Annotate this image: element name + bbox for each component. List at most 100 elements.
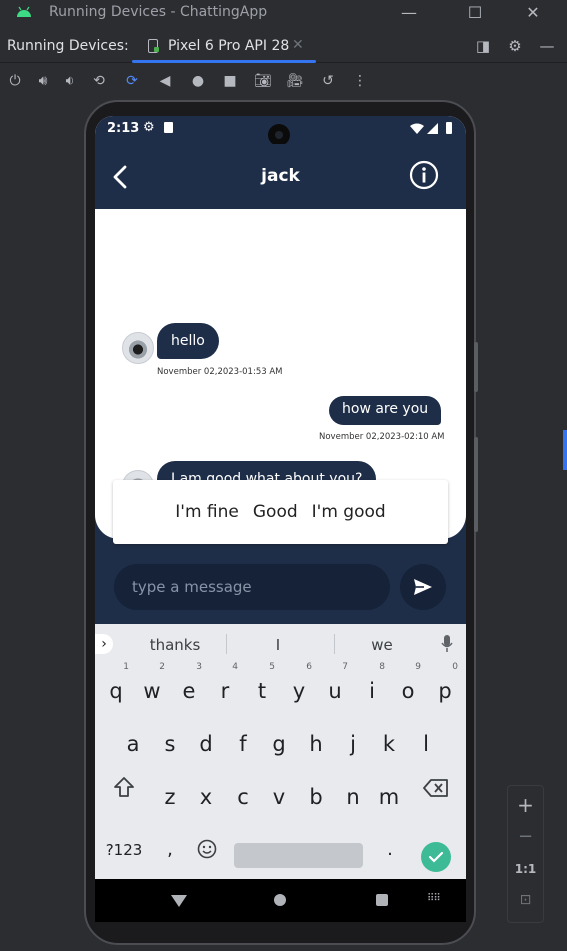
key-c[interactable]: c (226, 775, 260, 819)
running-devices-bar: Running Devices: Pixel 6 Pro API 28 ✕ ◨ … (0, 30, 567, 63)
layout-icon[interactable]: ◨ (474, 37, 492, 55)
rotate-left-icon[interactable]: ⟲ (89, 72, 109, 90)
keyboard-suggestion[interactable]: I (238, 636, 318, 654)
keyboard-suggestion[interactable]: thanks (135, 636, 215, 654)
backspace-icon[interactable] (423, 779, 449, 797)
device-toolbar: ⏻ 🔊︎ 🔉︎ ⟲ ⟳ ◀ ● ■ 📷︎ 🎥︎ ↺ ⋮ (0, 64, 567, 98)
android-logo-icon (17, 6, 31, 17)
power-icon[interactable]: ⏻ (5, 72, 25, 90)
hide-panel-icon[interactable]: — (538, 37, 556, 55)
device-tab[interactable]: Pixel 6 Pro API 28 ✕ (132, 30, 316, 63)
reset-icon[interactable]: ↺ (318, 72, 338, 90)
key-w[interactable]: w2 (135, 662, 169, 713)
key-g[interactable]: g (262, 722, 296, 766)
key-y[interactable]: y6 (282, 662, 316, 713)
symbols-key[interactable]: ?123 (103, 828, 145, 872)
soft-keyboard: › thanks I we q1 w2 e3 r4 t5 y6 u7 i8 o9… (95, 624, 466, 879)
checkmark-icon (428, 851, 444, 863)
message-input-container (114, 564, 390, 610)
key-n[interactable]: n (336, 775, 370, 819)
suggestion-divider (226, 634, 227, 654)
zoom-actual-size[interactable]: 1:1 (508, 862, 543, 876)
message-timestamp: November 02,2023-02:10 AM (319, 432, 445, 442)
emoji-icon[interactable] (197, 839, 217, 859)
smart-reply-chip[interactable]: Good (253, 502, 298, 522)
key-q[interactable]: q1 (99, 662, 133, 713)
side-button (474, 342, 478, 392)
wifi-icon (410, 123, 424, 134)
key-i[interactable]: i8 (355, 662, 389, 713)
key-e[interactable]: e3 (172, 662, 206, 713)
zoom-in-icon[interactable]: + (508, 793, 543, 817)
screen-record-icon[interactable]: 🎥︎ (285, 72, 305, 90)
message-timestamp: November 02,2023-01:53 AM (157, 367, 283, 377)
keyboard-suggestion-bar: › thanks I we (95, 624, 466, 664)
keyboard-switch-icon[interactable]: ⠿⠿ (427, 893, 441, 904)
key-d[interactable]: d (189, 722, 223, 766)
back-button-icon[interactable]: ◀ (155, 72, 175, 90)
key-k[interactable]: k (372, 722, 406, 766)
volume-up-icon[interactable]: 🔊︎ (33, 72, 53, 90)
minimize-button[interactable]: — (397, 2, 421, 24)
active-tab-indicator (132, 60, 316, 63)
home-button-icon[interactable]: ● (188, 72, 208, 90)
rotate-right-icon[interactable]: ⟳ (122, 72, 142, 90)
window-title: Running Devices - ChattingApp (49, 4, 268, 20)
screenshot-camera-icon[interactable]: 📷︎ (253, 72, 273, 90)
key-v[interactable]: v (262, 775, 296, 819)
key-a[interactable]: a (116, 722, 150, 766)
nav-recents-icon[interactable] (376, 894, 388, 906)
send-icon (414, 579, 432, 595)
message-input[interactable] (132, 564, 372, 610)
device-tab-label: Pixel 6 Pro API 28 (168, 38, 290, 54)
keyboard-suggestion[interactable]: we (342, 636, 422, 654)
battery-icon (446, 122, 452, 134)
shift-key-icon[interactable] (113, 776, 135, 798)
comma-key[interactable]: , (153, 828, 187, 872)
zoom-out-icon[interactable]: − (508, 826, 543, 847)
microphone-icon[interactable] (441, 635, 453, 653)
fit-screen-icon[interactable]: ⊡ (508, 892, 543, 908)
maximize-button[interactable]: ☐ (463, 2, 487, 24)
status-time: 2:13 (107, 121, 140, 136)
key-f[interactable]: f (226, 722, 260, 766)
period-key[interactable]: . (373, 828, 407, 872)
ide-titlebar: Running Devices - ChattingApp — ☐ ✕ (0, 0, 567, 26)
phone-screen: 2:13 ⚙ jack hello November 02,2023-01:53… (95, 116, 466, 922)
more-options-icon[interactable]: ⋮ (350, 72, 370, 90)
device-phone-icon (148, 39, 159, 53)
smart-reply-chip[interactable]: I'm fine (175, 502, 239, 522)
key-t[interactable]: t5 (245, 662, 279, 713)
edge-accent-bar (563, 430, 567, 470)
key-p[interactable]: p0 (428, 662, 462, 713)
smart-reply-popup: I'm fine Good I'm good (113, 480, 448, 544)
volume-down-icon[interactable]: 🔉︎ (60, 72, 80, 90)
key-s[interactable]: s (153, 722, 187, 766)
key-x[interactable]: x (189, 775, 223, 819)
key-r[interactable]: r4 (208, 662, 242, 713)
close-window-button[interactable]: ✕ (521, 2, 545, 24)
close-tab-icon[interactable]: ✕ (292, 37, 304, 53)
send-button[interactable] (400, 564, 446, 610)
key-m[interactable]: m (372, 775, 406, 819)
done-key[interactable] (421, 842, 451, 872)
front-camera (268, 124, 290, 146)
key-l[interactable]: l (409, 722, 443, 766)
incoming-message-bubble: hello (157, 323, 219, 359)
key-j[interactable]: j (336, 722, 370, 766)
nav-back-icon[interactable] (171, 895, 187, 907)
sim-card-icon (164, 122, 173, 133)
outgoing-message-bubble: how are you (329, 396, 442, 425)
settings-gear-icon[interactable]: ⚙ (506, 37, 524, 55)
key-b[interactable]: b (299, 775, 333, 819)
nav-home-icon[interactable] (274, 894, 286, 906)
overview-button-icon[interactable]: ■ (220, 72, 240, 90)
spacebar[interactable] (234, 843, 363, 868)
key-o[interactable]: o9 (391, 662, 425, 713)
smart-reply-chip[interactable]: I'm good (312, 502, 386, 522)
key-z[interactable]: z (153, 775, 187, 819)
info-icon[interactable] (409, 160, 439, 190)
chevron-right-icon[interactable]: › (95, 634, 113, 654)
key-h[interactable]: h (299, 722, 333, 766)
key-u[interactable]: u7 (318, 662, 352, 713)
